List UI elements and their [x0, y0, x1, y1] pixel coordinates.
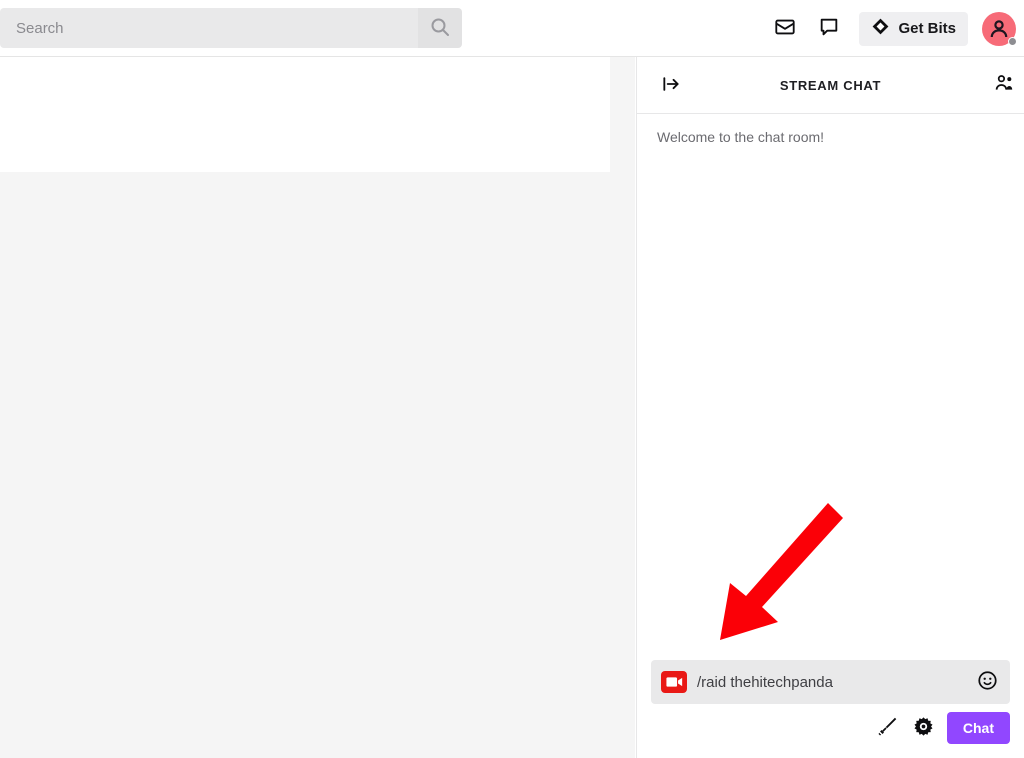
gear-icon	[913, 716, 934, 740]
sword-button[interactable]	[873, 713, 903, 743]
video-player-placeholder[interactable]	[0, 57, 610, 172]
speech-bubble-icon	[818, 16, 840, 41]
community-users-icon	[994, 73, 1015, 97]
inbox-mail-icon	[774, 16, 796, 41]
video-camera-icon	[661, 671, 687, 693]
search-bar	[0, 8, 462, 48]
chat-header: STREAM CHAT	[637, 57, 1024, 114]
chat-settings-button[interactable]	[909, 713, 939, 743]
chat-input-value[interactable]: /raid thehitechpanda	[697, 674, 974, 691]
avatar[interactable]	[982, 11, 1017, 46]
chat-input-area: /raid thehitechpanda Chat	[637, 660, 1024, 758]
chat-welcome-message: Welcome to the chat room!	[657, 129, 825, 145]
get-bits-label: Get Bits	[898, 20, 956, 37]
search-button[interactable]	[418, 8, 462, 48]
chat-input-box[interactable]: /raid thehitechpanda	[651, 660, 1010, 704]
stream-content-area	[0, 57, 635, 758]
bits-diamond-icon	[871, 17, 890, 40]
search-input[interactable]	[0, 8, 418, 48]
sword-icon	[877, 716, 898, 740]
nav-right-actions: Get Bits	[765, 0, 1017, 57]
chat-message-list[interactable]: Welcome to the chat room!	[637, 115, 1024, 712]
get-bits-button[interactable]: Get Bits	[859, 11, 968, 46]
send-chat-button[interactable]: Chat	[946, 712, 1010, 744]
chat-panel-title: STREAM CHAT	[779, 77, 882, 93]
chat-action-bar: Chat	[651, 704, 1010, 748]
whispers-button[interactable]	[809, 9, 849, 49]
avatar-status-dot	[1008, 36, 1017, 46]
smiley-face-icon	[977, 670, 998, 694]
collapse-chat-button[interactable]	[655, 69, 687, 101]
stream-chat-panel: STREAM CHAT Welcome to the chat room! /r…	[636, 57, 1024, 758]
top-navigation-bar: Get Bits	[0, 0, 1024, 57]
community-button[interactable]	[988, 69, 1020, 101]
twitch-channel-page: Get Bits	[0, 0, 1024, 758]
inbox-button[interactable]	[765, 9, 805, 49]
emote-picker-button[interactable]	[974, 669, 1000, 695]
collapse-right-arrow-icon	[661, 74, 681, 97]
search-icon	[429, 16, 451, 41]
